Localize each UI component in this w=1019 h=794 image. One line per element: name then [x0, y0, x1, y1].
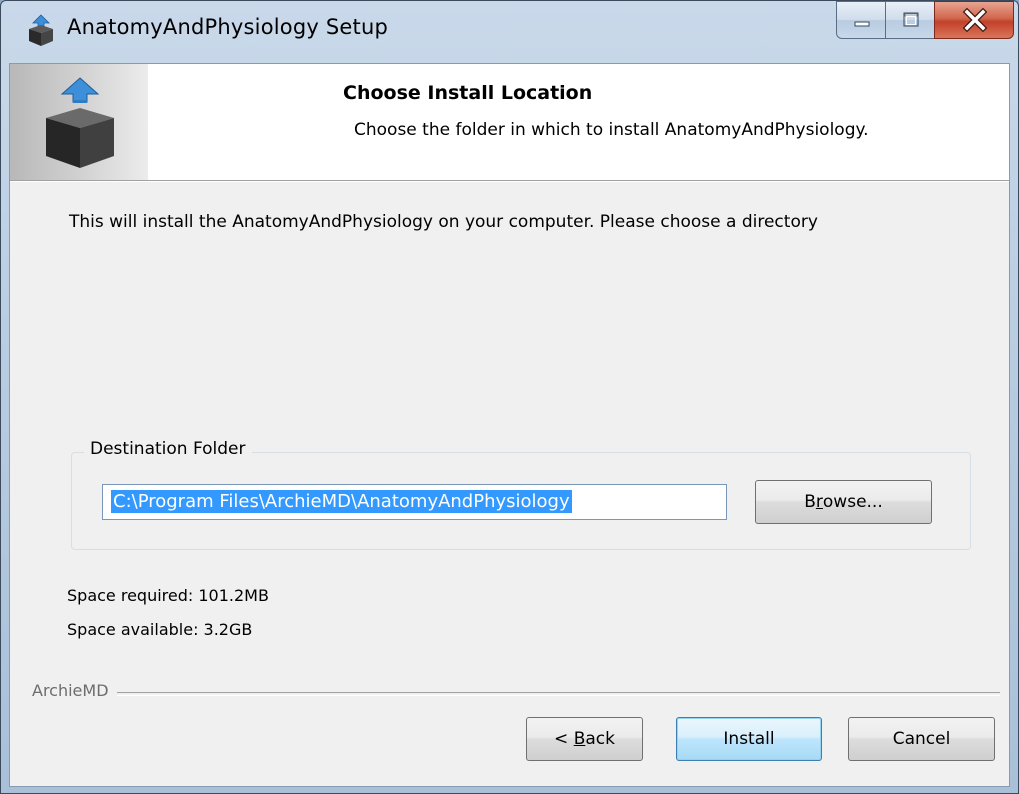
header-logo-panel: [10, 64, 148, 180]
page-subtitle: Choose the folder in which to install An…: [354, 120, 869, 140]
install-button[interactable]: Install: [676, 717, 822, 761]
window-title: AnatomyAndPhysiology Setup: [67, 15, 388, 39]
browse-label-post: owse...: [822, 492, 883, 512]
back-button[interactable]: < Back: [526, 717, 643, 761]
space-required: Space required: 101.2MB: [67, 586, 269, 605]
browse-label-pre: B: [804, 492, 816, 512]
brand-label: ArchieMD: [32, 681, 117, 700]
install-description: This will install the AnatomyAndPhysiolo…: [69, 212, 818, 232]
minimize-button[interactable]: [836, 1, 886, 39]
caption-buttons: [836, 1, 1016, 39]
setup-window: AnatomyAndPhysiology Setup Choose Instal…: [0, 0, 1019, 794]
header-divider: [10, 181, 1009, 182]
page-header: Choose Install Location Choose the folde…: [10, 64, 1009, 181]
destination-folder-label: Destination Folder: [84, 439, 252, 459]
destination-path-value: C:\Program Files\ArchieMD\AnatomyAndPhys…: [111, 490, 572, 513]
footer-divider: [32, 692, 1000, 696]
maximize-icon: [886, 12, 936, 44]
cancel-button[interactable]: Cancel: [848, 717, 995, 761]
page-title: Choose Install Location: [343, 82, 593, 104]
back-label-post: ack: [585, 729, 615, 749]
title-bar[interactable]: AnatomyAndPhysiology Setup: [1, 1, 1018, 65]
installer-box-icon: [25, 13, 57, 47]
installer-box-icon: [40, 72, 120, 172]
installer-page: Choose Install Location Choose the folde…: [9, 63, 1010, 787]
close-button[interactable]: [934, 1, 1014, 39]
destination-path-input[interactable]: C:\Program Files\ArchieMD\AnatomyAndPhys…: [102, 484, 727, 520]
space-available: Space available: 3.2GB: [67, 620, 253, 639]
browse-button[interactable]: Br owse...: [755, 480, 932, 524]
back-label-pre: <: [554, 729, 574, 749]
maximize-button[interactable]: [885, 1, 935, 39]
back-label-accelerator: B: [573, 729, 586, 749]
close-icon: [935, 7, 1015, 44]
browse-label-accelerator: r: [815, 492, 823, 512]
minimize-icon: [837, 21, 887, 44]
